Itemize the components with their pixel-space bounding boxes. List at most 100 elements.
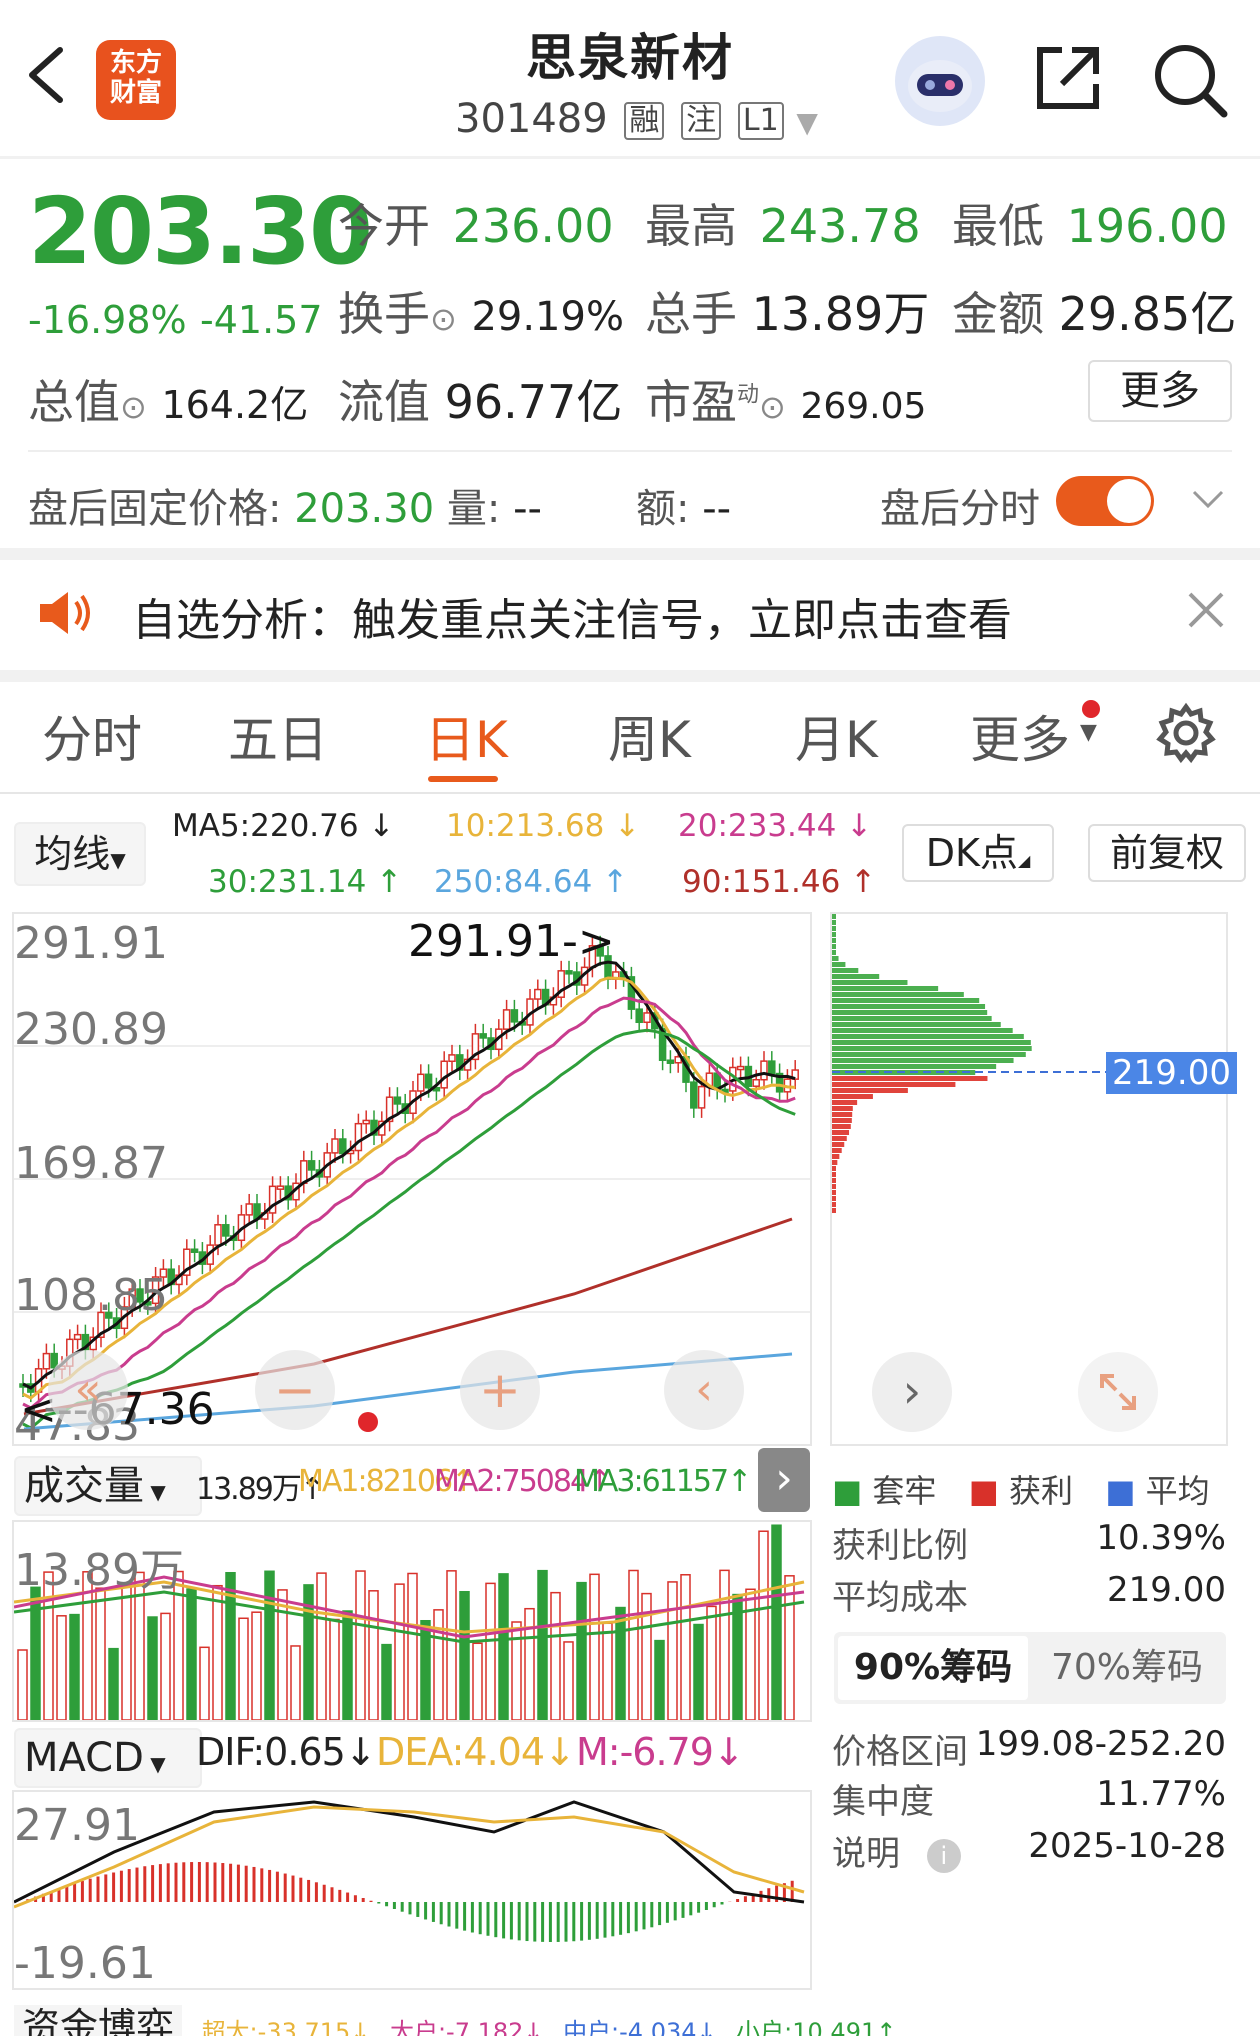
kline-candle [362, 1119, 370, 1125]
volume-bar [251, 1611, 262, 1721]
pe-field[interactable]: 市盈动⊙ 269.05 [645, 366, 926, 432]
chip-bar-profit [832, 1106, 853, 1111]
more-button[interactable]: 更多 [1088, 360, 1232, 422]
chevron-right-icon[interactable]: › [872, 1352, 952, 1432]
ma20-value: 20:233.44 ↓ [678, 808, 873, 844]
volume-bar [784, 1575, 795, 1721]
macd-dif: DIF:0.65↓ [196, 1730, 377, 1774]
info-icon[interactable]: ⊙ [430, 300, 457, 338]
volume-field: 总手 13.89万 [645, 278, 929, 344]
kline-candle [448, 1054, 456, 1063]
share-icon[interactable] [1032, 42, 1104, 114]
volume-bar [368, 1590, 379, 1721]
kline-candle [479, 1033, 487, 1039]
panel-toggle-button[interactable]: › [758, 1448, 810, 1512]
chip-bar-trapped [832, 1022, 1001, 1027]
robot-assistant-icon[interactable] [895, 36, 985, 126]
tab-chip-90[interactable]: 90%筹码 [838, 1636, 1028, 1700]
gear-icon[interactable] [1155, 702, 1217, 768]
open-label: 今开 [338, 199, 430, 253]
chip-bar-profit [832, 1136, 847, 1141]
note-label: 说明 [832, 1834, 900, 1874]
profit-ratio-value: 10.39% [1096, 1518, 1226, 1558]
concentration-value: 11.77% [1096, 1774, 1226, 1814]
kline-candle [510, 1009, 519, 1023]
volume-bar [407, 1572, 418, 1721]
logo-text-2: 财富 [109, 78, 162, 108]
banner-text[interactable]: 自选分析：触发重点关注信号，立即点击查看 [132, 584, 1012, 648]
volume-bar [472, 1642, 483, 1721]
caret-down-icon: ▼ [1080, 720, 1097, 745]
after-hours-row: 盘后固定价格: 203.30 量: -- [28, 476, 542, 534]
turnover-field[interactable]: 换手⊙ 29.19% [338, 278, 624, 344]
zoom-in-button[interactable]: + [460, 1350, 540, 1430]
dk-marker[interactable] [358, 1412, 378, 1432]
chip-avgcost-row: 平均成本 219.00 [832, 1570, 1226, 1619]
ma-selector[interactable]: 均线▼ [14, 822, 146, 886]
chip-bar-profit [832, 1082, 956, 1087]
kline-candle [565, 970, 573, 975]
tab-weekly-k[interactable]: 周K [608, 700, 691, 772]
kline-candle [534, 988, 542, 1000]
macd-selector[interactable]: MACD ▼ [14, 1728, 202, 1788]
forward-adjust-button[interactable]: 前复权 [1088, 824, 1246, 882]
dk-point-button[interactable]: DK点◢ [902, 824, 1054, 882]
close-icon[interactable] [1186, 590, 1226, 634]
stock-code-row[interactable]: 301489 融 注 L1 ▼ [455, 96, 818, 142]
note-row[interactable]: 说明 i 2025-10-28 [832, 1826, 1226, 1875]
volume-bar [758, 1530, 769, 1721]
tab-five-day[interactable]: 五日 [228, 700, 328, 772]
kline-candle [424, 1073, 433, 1089]
fund-battle-bar[interactable]: 资金博弈 超大:-33,715↓ 大户:-7,182↓ 中户:-4,034↓ 小… [14, 1996, 1244, 2036]
tab-more[interactable]: 更多 [970, 700, 1070, 772]
volume-bar [563, 1641, 574, 1721]
turnover-value: 29.19% [471, 294, 624, 340]
kline-candle [354, 1122, 363, 1152]
scroll-left-button[interactable]: « [48, 1350, 128, 1430]
volume-bar [160, 1612, 171, 1721]
tab-intraday[interactable]: 分时 [42, 700, 142, 772]
after-hours-toggle[interactable] [1056, 476, 1154, 526]
info-icon[interactable]: ⊙ [120, 388, 147, 426]
volume-bar [706, 1605, 717, 1721]
fund-super-large: 超大:-33,715↓ [201, 2018, 371, 2036]
expand-icon[interactable] [1078, 1352, 1158, 1432]
kline-candle [276, 1185, 285, 1190]
tab-chip-70[interactable]: 70%筹码 [1032, 1636, 1222, 1700]
kline-candle [307, 1160, 316, 1171]
y-label-3: 169.87 [14, 1138, 168, 1189]
volume-bar [498, 1573, 509, 1721]
volume-selector[interactable]: 成交量 ▼ [14, 1456, 202, 1516]
change-amt: -41.57 [200, 298, 323, 342]
macd-m: M:-6.79↓ [576, 1730, 745, 1774]
mktcap-field[interactable]: 总值⊙ 164.2亿 [28, 366, 308, 432]
step-left-button[interactable]: ‹ [664, 1350, 744, 1430]
kline-candle [73, 1333, 82, 1341]
low-field: 最低 196.00 [952, 190, 1228, 256]
amount-field: 金额 29.85亿 [952, 278, 1236, 344]
kline-candle [502, 1009, 511, 1030]
volume-bar [17, 1649, 28, 1721]
chip-bar-profit [832, 1208, 836, 1213]
info-icon[interactable]: ⊙ [759, 388, 786, 426]
chip-bar-profit [832, 1178, 836, 1183]
amount-label: 金额 [952, 287, 1044, 341]
after-hours-amt: -- [702, 486, 732, 532]
kline-candle [393, 1096, 402, 1105]
chevron-down-icon[interactable] [1190, 488, 1226, 516]
back-icon[interactable] [22, 40, 72, 110]
chip-bar-trapped [832, 926, 836, 931]
pe-dynamic-mark: 动 [737, 382, 760, 408]
kline-candle [417, 1073, 425, 1092]
zoom-out-button[interactable]: − [255, 1350, 335, 1430]
tab-monthly-k[interactable]: 月K [795, 700, 878, 772]
volume-bar [446, 1570, 457, 1721]
search-icon[interactable] [1150, 40, 1230, 120]
kline-candle [331, 1138, 339, 1154]
pe-value: 269.05 [800, 386, 927, 427]
info-icon[interactable]: i [926, 1838, 961, 1873]
ma10-value: 10:213.68 ↓ [446, 808, 641, 844]
macd-selector-label: MACD [24, 1735, 144, 1781]
tab-daily-k[interactable]: 日K [425, 700, 508, 772]
volume-bar [602, 1622, 613, 1721]
